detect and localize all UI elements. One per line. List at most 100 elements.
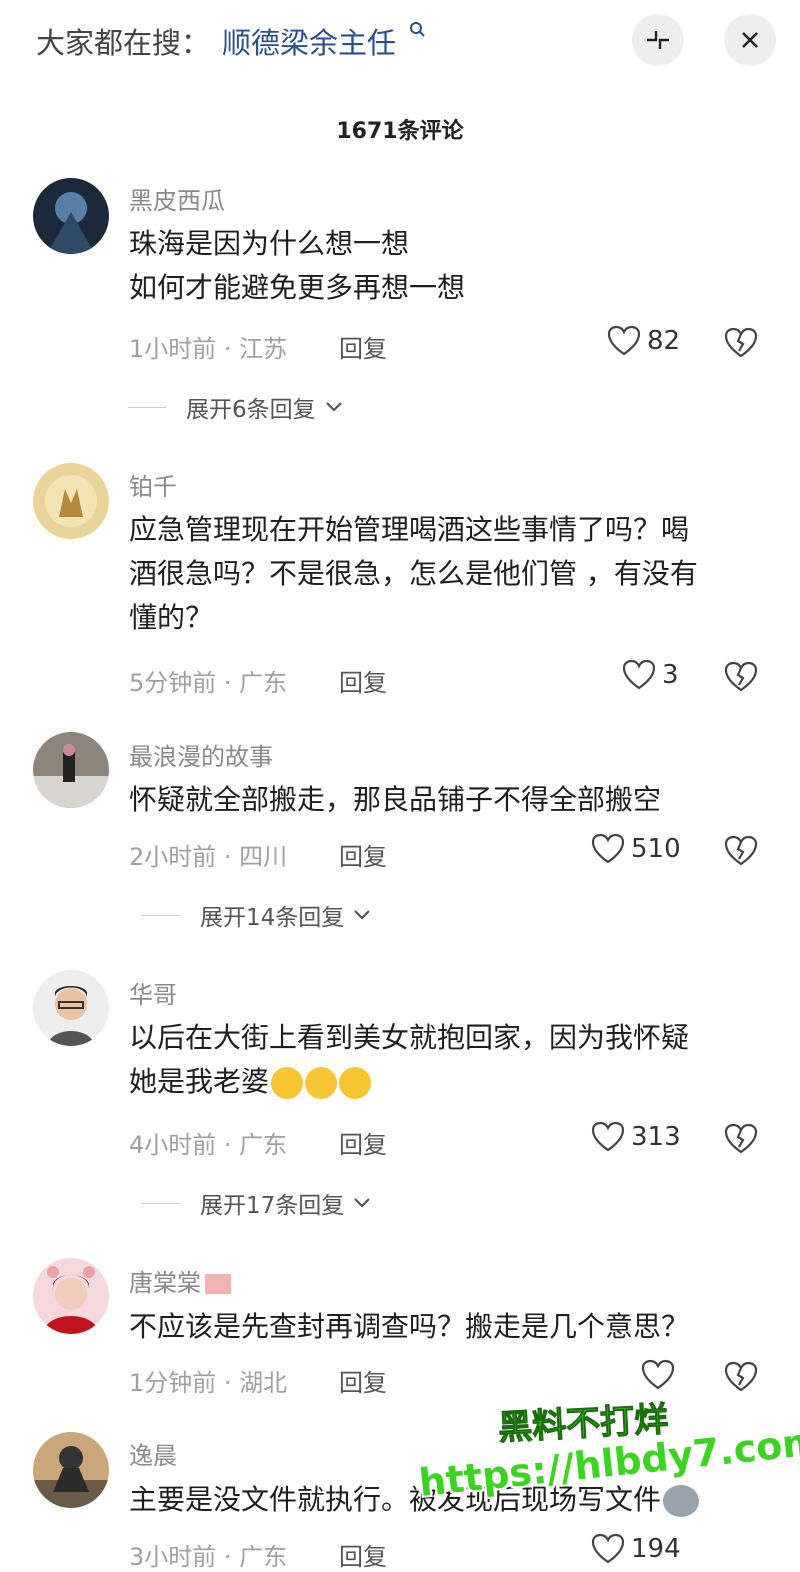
reply-button[interactable]: 回复 bbox=[339, 837, 387, 872]
close-button[interactable] bbox=[724, 14, 776, 66]
comment-time: 3小时前 bbox=[129, 1543, 217, 1571]
comment-line: 如何才能避免更多再想一想 bbox=[129, 271, 466, 304]
laughing-crying-emoji-icon bbox=[305, 1067, 338, 1099]
like-button[interactable]: 82 bbox=[607, 325, 680, 357]
comment-line: 怀疑就全部搬走，那良品铺子不得全部搬空 bbox=[129, 783, 662, 816]
heart-icon bbox=[607, 325, 641, 356]
laughing-crying-emoji-icon bbox=[271, 1067, 304, 1099]
avatar[interactable] bbox=[33, 732, 109, 808]
comment-meta: 1分钟前 · 湖北 bbox=[129, 1369, 288, 1397]
broken-heart-icon[interactable] bbox=[724, 1122, 758, 1156]
comment-author[interactable]: 最浪漫的故事 bbox=[129, 737, 273, 772]
comment-line: 以后在大街上看到美女就抱回家，因为我怀疑 bbox=[129, 1021, 690, 1054]
comment-author[interactable]: 逸晨 bbox=[129, 1436, 177, 1471]
avatar[interactable] bbox=[33, 463, 109, 539]
collapse-icon bbox=[647, 31, 669, 49]
comment-location: 湖北 bbox=[239, 1369, 288, 1397]
divider bbox=[142, 914, 180, 916]
cat-emoji-icon bbox=[663, 1485, 700, 1517]
comment-text: 不应该是先查封再调查吗？搬走是几个意思？ bbox=[129, 1305, 769, 1349]
comment-time: 1小时前 bbox=[129, 335, 217, 363]
like-button[interactable]: 194 bbox=[591, 1533, 681, 1565]
like-count: 194 bbox=[631, 1534, 681, 1564]
comment-text: 怀疑就全部搬走，那良品铺子不得全部搬空 bbox=[129, 778, 769, 822]
like-button[interactable]: 510 bbox=[591, 833, 681, 865]
comment-line: 她是我老婆 bbox=[129, 1065, 270, 1098]
comment-location: 四川 bbox=[239, 843, 288, 871]
avatar[interactable] bbox=[33, 970, 109, 1046]
like-button[interactable] bbox=[641, 1359, 681, 1391]
like-count: 3 bbox=[662, 660, 679, 690]
comment-text: 珠海是因为什么想一想 如何才能避免更多再想一想 bbox=[129, 222, 769, 310]
comment-location: 广东 bbox=[239, 1131, 288, 1159]
laughing-crying-emoji-icon bbox=[339, 1067, 372, 1099]
expand-replies-label: 展开14条回复 bbox=[200, 905, 345, 931]
chevron-down-icon bbox=[354, 910, 371, 920]
comment-line: 酒很急吗？不是很急，怎么是他们管 ，有没有 bbox=[129, 557, 698, 590]
avatar[interactable] bbox=[33, 1432, 109, 1508]
heart-icon bbox=[641, 1359, 675, 1390]
like-count: 82 bbox=[647, 326, 681, 356]
comment-time: 5分钟前 bbox=[129, 669, 217, 697]
reply-button[interactable]: 回复 bbox=[339, 329, 387, 364]
like-count: 313 bbox=[631, 1122, 681, 1152]
comment-author[interactable]: 唐棠棠 bbox=[129, 1263, 231, 1298]
chevron-down-icon bbox=[325, 402, 342, 412]
trending-search-link[interactable]: 顺德梁余主任 bbox=[222, 20, 396, 62]
avatar[interactable] bbox=[33, 178, 109, 254]
broken-heart-icon[interactable] bbox=[724, 834, 758, 868]
comment-meta: 2小时前 · 四川 bbox=[129, 843, 288, 871]
comment-author[interactable]: 黑皮西瓜 bbox=[129, 181, 225, 216]
comment-meta: 1小时前 · 江苏 bbox=[129, 335, 288, 363]
comment-count-title: 1671条评论 bbox=[336, 119, 464, 144]
divider bbox=[128, 406, 166, 408]
top-bar: 大家都在搜： 顺德梁余主任 bbox=[0, 0, 800, 90]
comment-meta: 4小时前 · 广东 bbox=[129, 1131, 288, 1159]
comment-text: 应急管理现在开始管理喝酒这些事情了吗？喝 酒很急吗？不是很急，怎么是他们管 ，有… bbox=[129, 508, 769, 640]
divider bbox=[142, 1202, 180, 1204]
minimize-button[interactable] bbox=[632, 14, 684, 66]
heart-icon bbox=[591, 1121, 625, 1152]
heart-icon bbox=[622, 659, 656, 690]
reply-button[interactable]: 回复 bbox=[339, 1537, 387, 1572]
comment-location: 广东 bbox=[239, 1543, 288, 1571]
expand-replies-button[interactable]: 展开6条回复 bbox=[128, 390, 344, 424]
badge-icon bbox=[205, 1274, 231, 1294]
comment-line: 懂的？ bbox=[129, 601, 214, 634]
like-count: 510 bbox=[631, 834, 681, 864]
expand-replies-label: 展开6条回复 bbox=[186, 397, 316, 423]
comment-meta: 5分钟前 · 广东 bbox=[129, 669, 288, 697]
comment-time: 2小时前 bbox=[129, 843, 217, 871]
expand-replies-button[interactable]: 展开17条回复 bbox=[142, 1186, 372, 1220]
comment-time: 1分钟前 bbox=[129, 1369, 217, 1397]
comment-author[interactable]: 华哥 bbox=[129, 975, 177, 1010]
reply-button[interactable]: 回复 bbox=[339, 663, 387, 698]
reply-button[interactable]: 回复 bbox=[339, 1125, 387, 1160]
heart-icon bbox=[591, 833, 625, 864]
comment-author[interactable]: 铂千 bbox=[129, 467, 177, 502]
trending-search-label: 大家都在搜： bbox=[36, 26, 211, 60]
broken-heart-icon[interactable] bbox=[724, 660, 758, 694]
search-icon bbox=[410, 22, 425, 37]
like-button[interactable]: 313 bbox=[591, 1121, 681, 1153]
chevron-down-icon bbox=[354, 1198, 371, 1208]
comment-time: 4小时前 bbox=[129, 1131, 217, 1159]
like-button[interactable]: 3 bbox=[622, 659, 679, 691]
comment-location: 广东 bbox=[239, 669, 288, 697]
comment-meta: 3小时前 · 广东 bbox=[129, 1543, 288, 1571]
expand-replies-label: 展开17条回复 bbox=[200, 1193, 345, 1219]
comment-line-wrap: 她是我老婆 bbox=[129, 1060, 769, 1104]
reply-button[interactable]: 回复 bbox=[339, 1363, 387, 1398]
comment-line: 不应该是先查封再调查吗？搬走是几个意思？ bbox=[129, 1310, 690, 1343]
avatar[interactable] bbox=[33, 1258, 109, 1334]
broken-heart-icon[interactable] bbox=[724, 1360, 758, 1394]
comment-author-name: 唐棠棠 bbox=[129, 1269, 201, 1297]
comment-line: 珠海是因为什么想一想 bbox=[129, 227, 410, 260]
comment-location: 江苏 bbox=[239, 335, 288, 363]
heart-icon bbox=[591, 1533, 625, 1564]
expand-replies-button[interactable]: 展开14条回复 bbox=[142, 898, 372, 932]
comment-text: 以后在大街上看到美女就抱回家，因为我怀疑 她是我老婆 bbox=[129, 1016, 769, 1104]
comment-line: 应急管理现在开始管理喝酒这些事情了吗？喝 bbox=[129, 513, 690, 546]
close-icon bbox=[742, 32, 758, 48]
broken-heart-icon[interactable] bbox=[724, 326, 758, 360]
